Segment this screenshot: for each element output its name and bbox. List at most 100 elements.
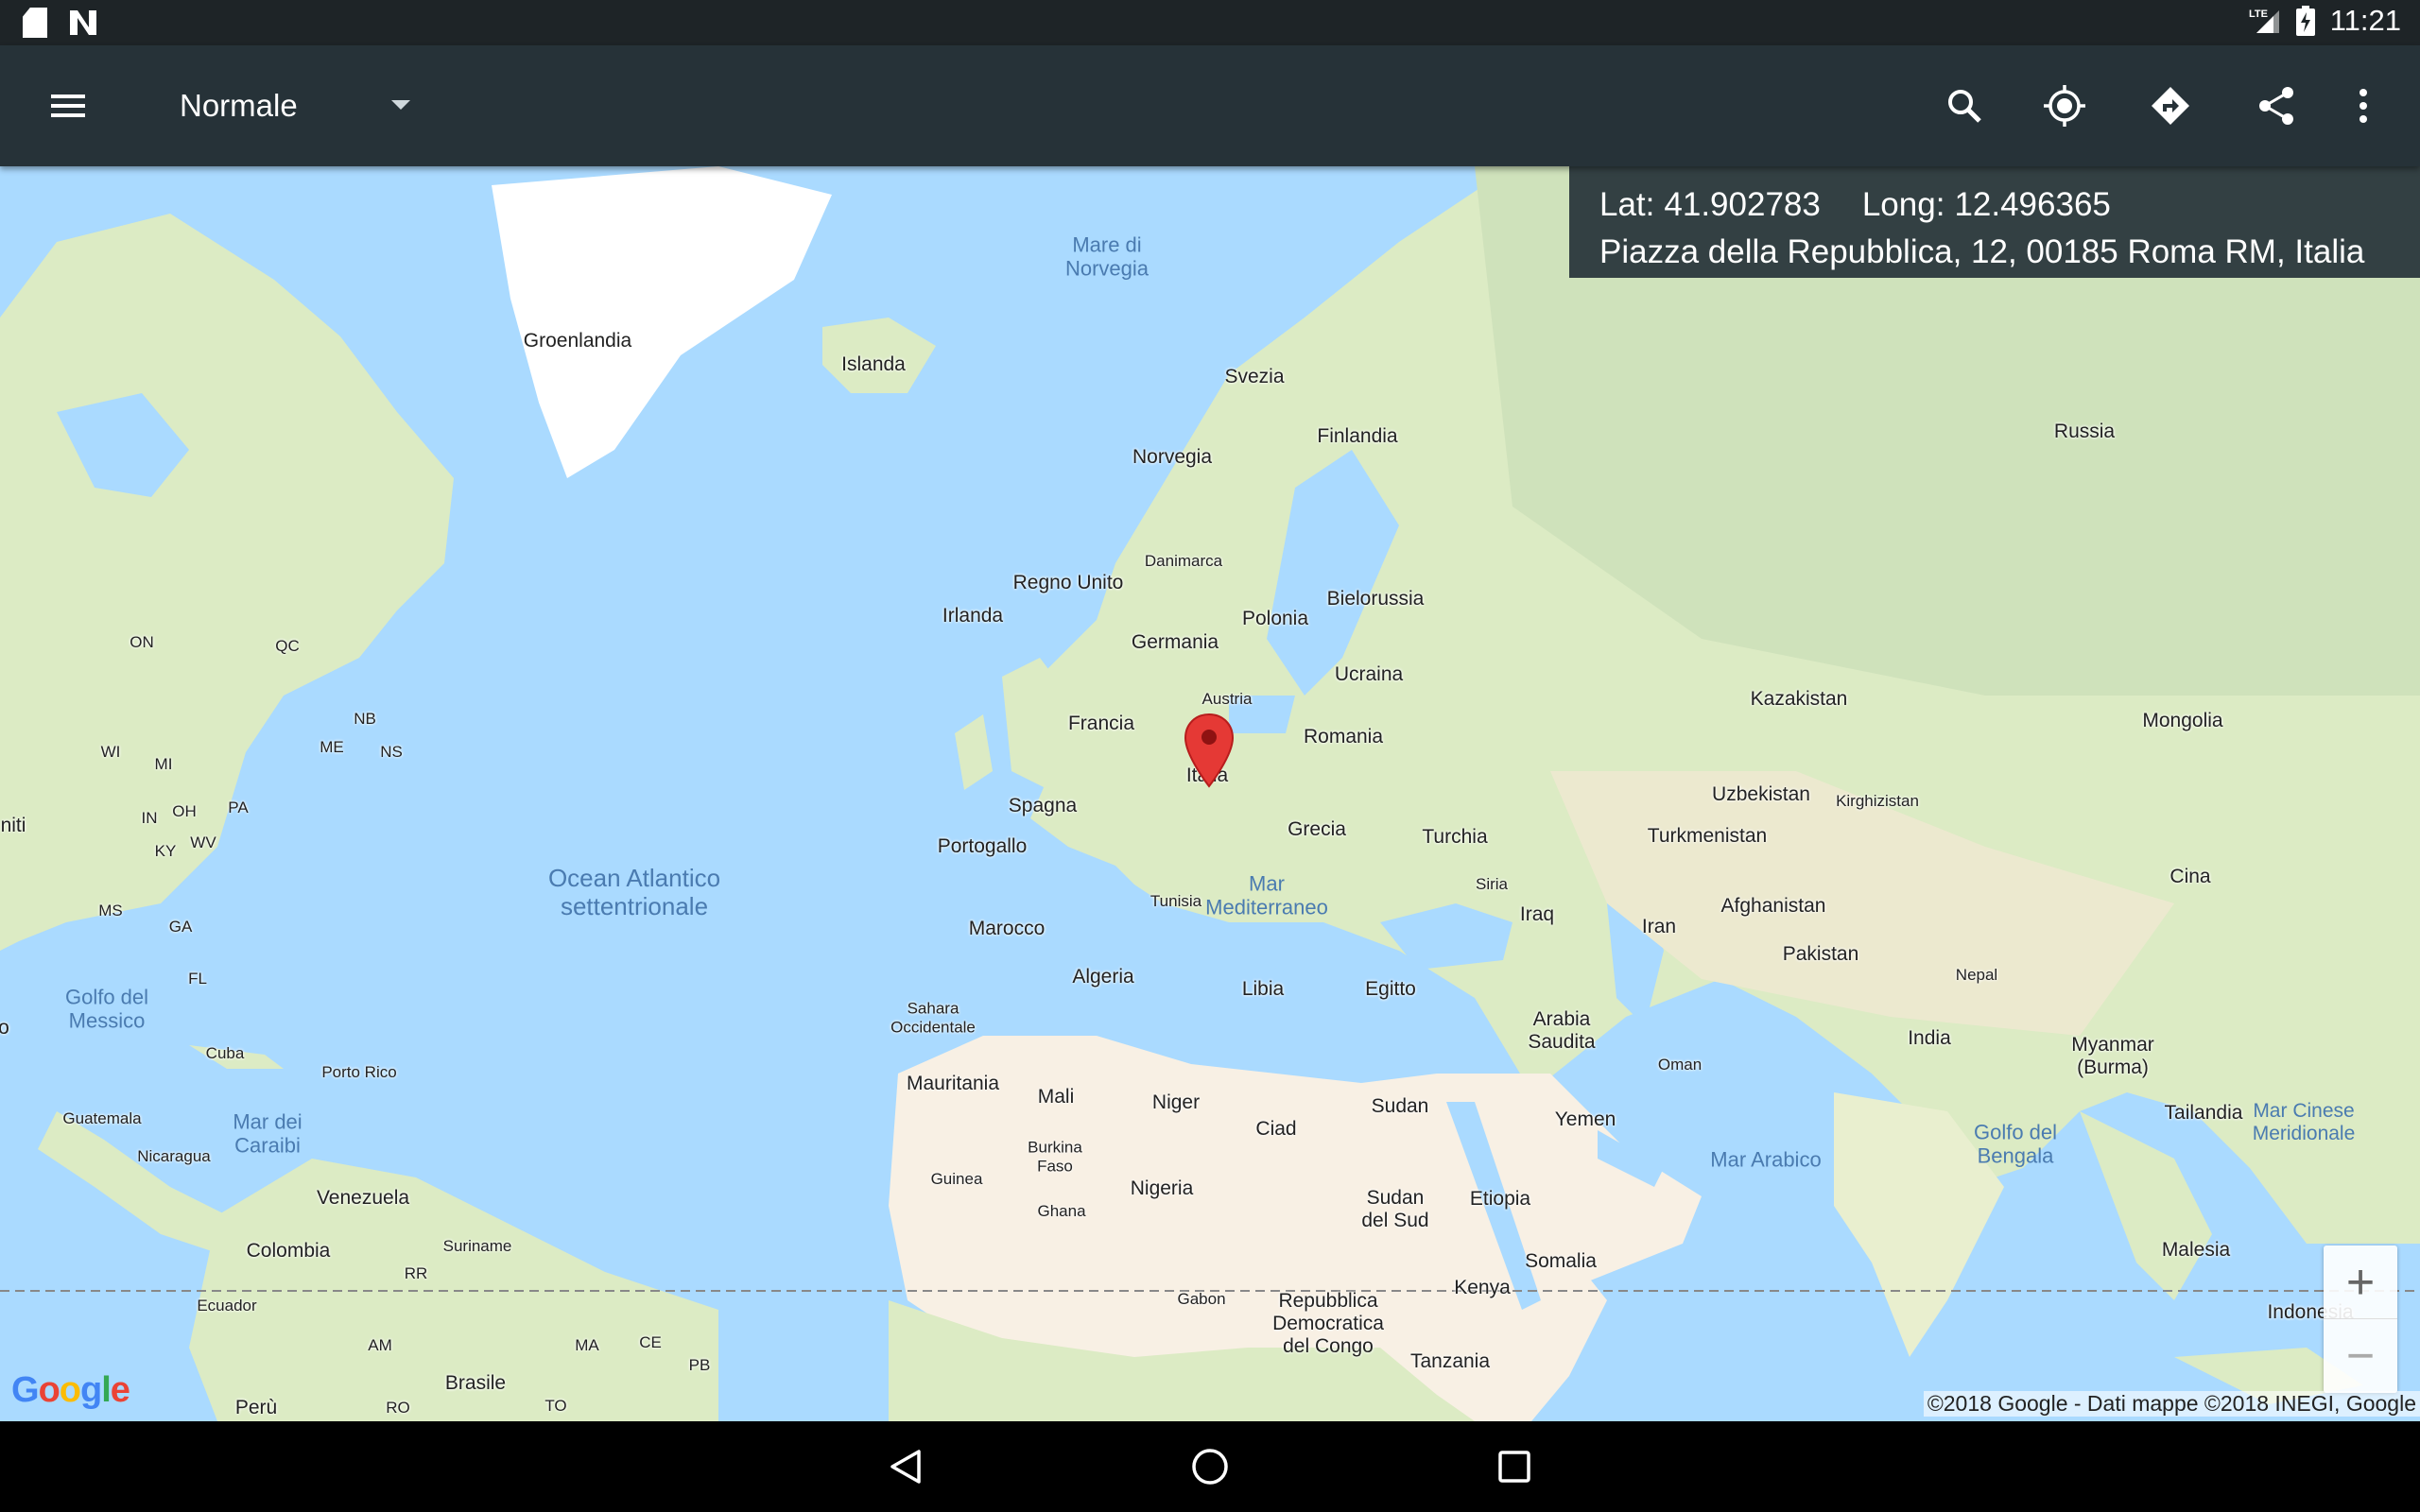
map-label: Burkina Faso	[1028, 1138, 1082, 1175]
map-label: Uzbekistan	[1712, 782, 1810, 805]
map-label: TO	[544, 1397, 567, 1416]
my-location-icon	[2044, 85, 2085, 127]
map-label: IN	[141, 809, 158, 828]
map-label: ON	[130, 633, 154, 652]
map-label: Kazakistan	[1750, 687, 1848, 710]
map-label: o	[0, 1016, 9, 1039]
map-label: WI	[100, 743, 121, 762]
map-label: Sudan del Sud	[1361, 1186, 1429, 1231]
map-label: Austria	[1201, 690, 1253, 709]
status-bar: LTE 11:21	[0, 0, 2420, 45]
home-button[interactable]	[1182, 1438, 1238, 1495]
map-base-layer	[0, 166, 2420, 1421]
long-label: Long:	[1861, 186, 1945, 223]
map-label: RR	[404, 1264, 428, 1283]
more-vert-icon	[2360, 89, 2367, 123]
map-label: GA	[168, 918, 193, 936]
map-label: MA	[575, 1336, 599, 1355]
map-label: Nepal	[1955, 966, 1998, 985]
map-label: Egitto	[1365, 977, 1416, 1000]
map-type-label: Normale	[180, 88, 298, 123]
map-view[interactable]: Groenlandia Islanda Mare di Norvegia Sve…	[0, 166, 2420, 1421]
map-label: Irlanda	[942, 604, 1004, 627]
map-label: RO	[386, 1399, 410, 1418]
map-label: Ciad	[1255, 1117, 1297, 1140]
chevron-down-icon	[391, 100, 410, 110]
map-label: Norvegia	[1132, 445, 1213, 468]
map-label: Tanzania	[1409, 1349, 1491, 1372]
map-label: PB	[688, 1356, 711, 1375]
notification-n-icon	[70, 10, 96, 35]
back-button[interactable]	[877, 1438, 934, 1495]
map-label: niti	[0, 814, 26, 836]
map-label: Oman	[1657, 1056, 1703, 1074]
map-label: Suriname	[442, 1237, 512, 1256]
zoom-out-button[interactable]: −	[2324, 1319, 2397, 1393]
map-label: Niger	[1151, 1091, 1201, 1113]
map-label: CE	[639, 1333, 662, 1352]
zoom-in-button[interactable]: +	[2324, 1246, 2397, 1319]
map-label: Danimarca	[1144, 552, 1223, 571]
map-label: Malesia	[2161, 1238, 2231, 1261]
map-label: Ocean Atlantico settentrionale	[547, 864, 721, 920]
map-label: Libia	[1241, 977, 1285, 1000]
map-label: Russia	[2053, 420, 2116, 442]
coordinates-panel: Lat: 41.902783 Long: 12.496365 Piazza della…	[1569, 166, 2420, 278]
more-options-button[interactable]	[2333, 76, 2394, 136]
my-location-button[interactable]	[2034, 76, 2095, 136]
map-label: Afghanistan	[1720, 894, 1826, 917]
map-label: Mar Mediterraneo	[1205, 871, 1328, 919]
map-label: MI	[154, 755, 173, 774]
google-logo: Google	[11, 1370, 130, 1410]
map-label: Ghana	[1037, 1202, 1086, 1221]
zoom-controls: + −	[2324, 1246, 2397, 1393]
map-label: Etiopia	[1469, 1187, 1531, 1210]
map-label: FL	[188, 970, 207, 988]
lat-value: 41.902783	[1664, 186, 1821, 223]
map-label: Mali	[1037, 1085, 1075, 1108]
menu-icon	[51, 94, 85, 117]
map-type-dropdown[interactable]: Normale	[180, 83, 425, 129]
map-label: NS	[380, 743, 403, 762]
map-label: Guatemala	[62, 1109, 142, 1128]
map-label: Finlandia	[1317, 424, 1398, 447]
map-label: Siria	[1475, 875, 1509, 894]
directions-icon	[2152, 87, 2189, 125]
map-label: MS	[98, 902, 123, 920]
map-label: Sudan	[1371, 1094, 1429, 1117]
map-label: OH	[172, 802, 197, 821]
map-label: WV	[190, 833, 216, 852]
map-label: Sahara Occidentale	[890, 999, 976, 1036]
map-label: Regno Unito	[1012, 571, 1124, 593]
back-icon	[890, 1450, 921, 1484]
map-label: Perù	[234, 1396, 278, 1418]
directions-button[interactable]	[2140, 76, 2201, 136]
map-label: Portogallo	[937, 834, 1028, 857]
sd-card-icon	[23, 8, 47, 38]
map-label: Repubblica Democratica del Congo	[1272, 1289, 1384, 1358]
map-label: PA	[228, 799, 249, 817]
map-label: Islanda	[841, 352, 906, 375]
map-label: QC	[275, 637, 300, 656]
status-time: 11:21	[2329, 4, 2401, 37]
map-label: Ucraina	[1334, 662, 1404, 685]
map-label: Venezuela	[316, 1186, 410, 1209]
search-button[interactable]	[1934, 76, 1995, 136]
share-icon	[2259, 87, 2293, 125]
location-marker-icon[interactable]	[1184, 713, 1235, 788]
map-label: Yemen	[1554, 1108, 1616, 1130]
map-label: Spagna	[1008, 794, 1078, 816]
map-label: Ecuador	[197, 1297, 257, 1315]
map-label: Mauritania	[906, 1072, 1000, 1094]
map-label: NB	[354, 710, 376, 729]
menu-button[interactable]	[38, 76, 98, 136]
recents-button[interactable]	[1486, 1438, 1543, 1495]
share-button[interactable]	[2246, 76, 2307, 136]
svg-text:LTE: LTE	[2249, 9, 2268, 20]
map-label: Myanmar (Burma)	[2071, 1033, 2154, 1078]
map-label: Bielorussia	[1326, 587, 1425, 610]
map-label: Algeria	[1072, 965, 1134, 988]
map-label: Nicaragua	[137, 1147, 211, 1166]
map-label: Kenya	[1454, 1276, 1511, 1298]
map-label: Mongolia	[2142, 709, 2223, 731]
